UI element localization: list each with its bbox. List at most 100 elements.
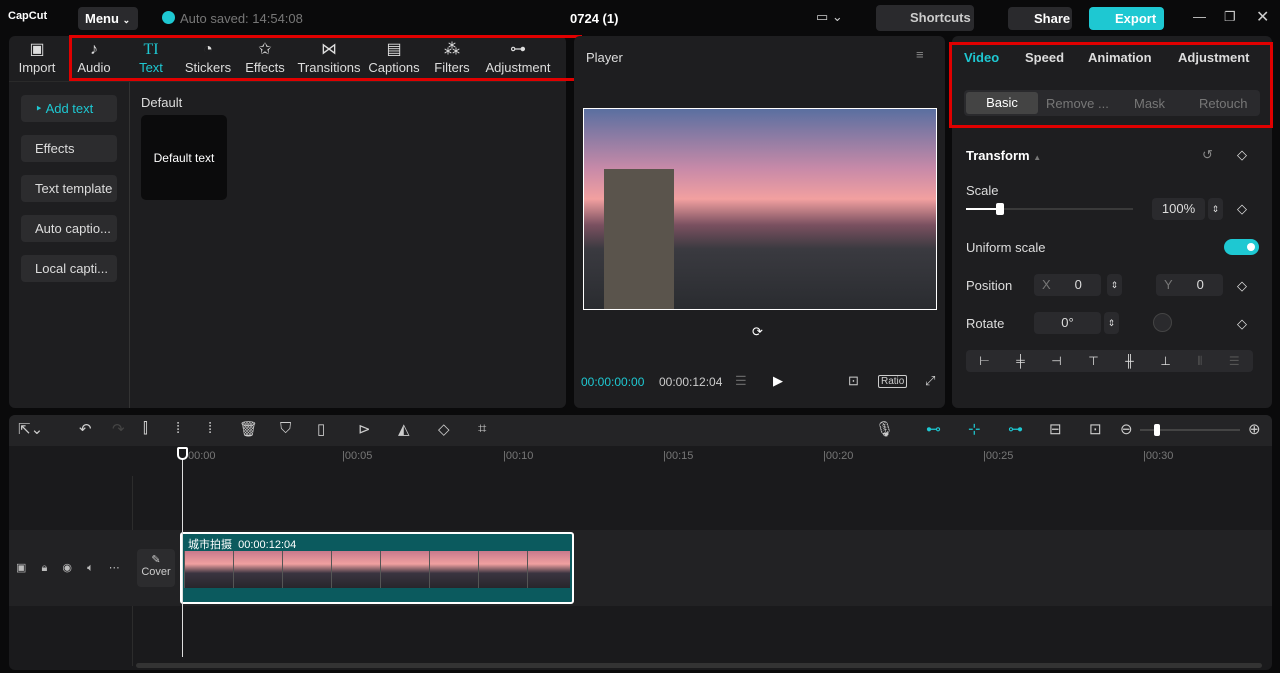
undo-icon[interactable]: ↶ [79,420,92,438]
eye-icon[interactable]: ◉ [62,562,72,574]
scale-stepper[interactable]: ⇕ [1208,198,1223,220]
track-toggle-icon[interactable]: ▣ [16,562,26,574]
tick: |00:20 [823,450,854,462]
select-tool-icon[interactable]: ⇱⌄ [18,420,43,438]
y-label: Y [1164,277,1173,292]
timeline-zoom-slider[interactable] [1140,424,1240,436]
more-icon[interactable]: ⋯ [109,562,120,574]
rotate-stepper[interactable]: ⇕ [1104,312,1119,334]
nav-add-text[interactable]: ‣ Add text [21,95,117,122]
keyframe-icon[interactable]: ◇ [1237,201,1247,217]
align-left-icon[interactable]: ⊢ [979,354,989,368]
rotate-clip-icon[interactable]: ◇ [438,420,450,438]
split-right-icon[interactable]: ⁞ [208,420,212,437]
microphone-icon[interactable]: 🎙︎ [875,420,894,438]
shortcuts-button[interactable]: Shortcuts [876,5,974,31]
align-center-h-icon[interactable]: ╪ [1016,354,1025,368]
crop-icon[interactable]: ⌗ [478,420,486,437]
zoom-out-icon[interactable]: ⊖ [1120,420,1133,438]
position-x-stepper[interactable]: ⇕ [1107,274,1122,296]
grid-icon[interactable]: ☰ [735,373,747,389]
distribute-h-icon[interactable]: ⫴ [1197,354,1202,369]
chevron-down-icon: ⌄ [122,15,131,25]
rotate-handle-icon[interactable]: ⟳ [752,324,763,340]
align-toolbar: ⊢ ╪ ⊣ ⊤ ╫ ⊥ ⫴ ☰ [966,350,1253,372]
rotate-input[interactable]: 0° [1034,312,1101,334]
scale-slider[interactable] [966,203,1133,215]
slider-thumb[interactable] [996,203,1004,215]
export-button[interactable]: Export [1089,7,1164,30]
tick: 00:00 [188,450,216,462]
split-icon[interactable]: ⫿ [143,420,148,437]
y-value: 0 [1196,277,1204,292]
delete-icon[interactable]: 🗑︎ [239,420,258,438]
preview-axis-icon[interactable]: ⊟ [1049,420,1062,438]
rotate-dial[interactable] [1153,313,1172,332]
tick: |00:30 [1143,450,1174,462]
auto-snap-icon[interactable]: ⊹ [968,420,981,438]
freeze-icon[interactable]: ▯ [317,420,325,438]
nav-effects[interactable]: Effects [21,135,117,162]
lock-icon[interactable]: 🔒︎ [41,562,47,574]
import-icon: ▣ [29,41,45,58]
total-time: 00:00:12:04 [659,375,723,389]
mirror-icon[interactable]: ◭ [398,420,410,438]
keyframe-icon[interactable]: ◇ [1237,278,1247,294]
transform-heading[interactable]: Transform ▲ [966,148,1041,163]
project-title: 0724 (1) [570,11,619,26]
align-top-icon[interactable]: ⊤ [1088,354,1098,368]
main-track-magnet-icon[interactable]: ⊷ [926,420,941,438]
linkage-icon[interactable]: ⊶ [1008,420,1023,438]
reverse-icon[interactable]: ⊳ [358,420,371,438]
nav-text-template[interactable]: Text template [21,175,117,202]
minimize-icon[interactable]: — [1193,9,1206,24]
distribute-v-icon[interactable]: ☰ [1229,354,1240,368]
default-text-card[interactable]: Default text [141,115,227,200]
align-bottom-icon[interactable]: ⊥ [1160,354,1170,368]
scale-input[interactable]: 100% [1152,198,1205,220]
position-label: Position [966,278,1013,293]
import-label: Import [18,60,56,75]
inspector-tabs-highlight [949,42,1273,128]
scale-label: Scale [966,183,999,198]
close-icon[interactable]: ✕ [1256,7,1269,27]
nav-local-captions[interactable]: Local capti... [21,255,117,282]
maximize-icon[interactable]: ❐ [1224,9,1236,25]
playhead[interactable] [177,447,188,657]
share-button[interactable]: Share [1008,7,1072,30]
fullscreen-icon[interactable]: ⤢ [925,373,935,389]
play-button[interactable]: ▶ [773,373,783,389]
marker-icon[interactable]: ⛉ [280,420,291,437]
position-y-input[interactable]: Y0 [1156,274,1223,296]
tick: |00:25 [983,450,1014,462]
volume-icon[interactable]: 🔈︎ [87,562,94,574]
zoom-in-icon[interactable]: ⊕ [1248,420,1261,438]
nav-auto-captions[interactable]: Auto captio... [21,215,117,242]
check-icon [162,11,175,24]
layout-icon[interactable]: ▭ ⌄ [816,9,843,25]
current-time: 00:00:00:00 [581,375,645,389]
ratio-button[interactable]: Ratio [878,375,908,388]
split-left-icon[interactable]: ⁞ [176,420,180,437]
export-label: Export [1115,11,1157,26]
uniform-scale-toggle[interactable] [1224,239,1259,255]
video-preview[interactable] [583,108,937,310]
align-center-v-icon[interactable]: ╫ [1125,354,1134,368]
section-default: Default [141,95,183,110]
cover-button[interactable]: ✎ Cover [137,549,175,587]
zoom-fit-icon[interactable]: ⊡ [848,373,859,389]
reset-icon[interactable]: ↺ [1202,147,1213,163]
keyframe-icon[interactable]: ◇ [1237,316,1247,332]
player-menu-icon[interactable]: ≡ [916,47,924,62]
align-right-icon[interactable]: ⊣ [1051,354,1061,368]
horizontal-scrollbar[interactable] [136,663,1262,668]
redo-icon[interactable]: ↷ [112,420,125,438]
player-title: Player [586,50,623,65]
card-label: Default text [153,150,215,165]
position-x-input[interactable]: X0 [1034,274,1101,296]
zoom-fit-timeline-icon[interactable]: ⊡ [1089,420,1102,438]
keyframe-icon[interactable]: ◇ [1237,147,1247,163]
menu-button[interactable]: Menu ⌄ [78,7,138,30]
toolbar-import[interactable]: ▣ Import [14,40,60,75]
cover-label: Cover [141,566,171,578]
